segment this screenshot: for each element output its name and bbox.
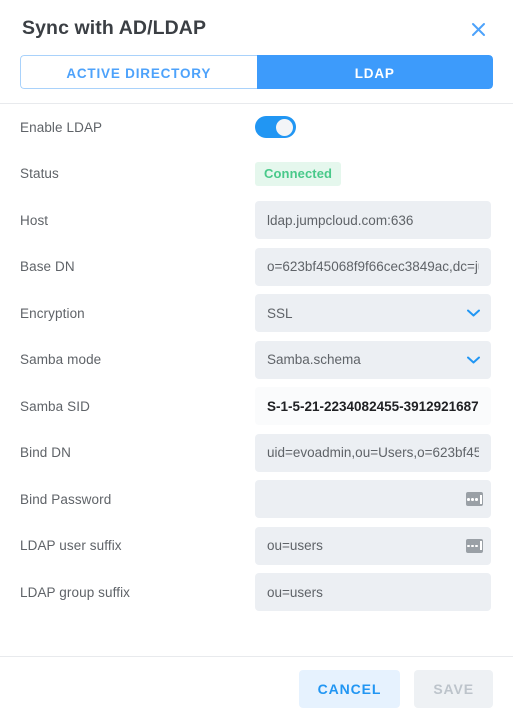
label-host: Host: [20, 212, 49, 228]
samba-sid-input-value: S-1-5-21-2234082455-3912921687-223345521…: [267, 398, 479, 414]
autofill-dot: [471, 544, 474, 547]
row-base-dn: Base DN o=623bf45068f9f66cec3849ac,dc=ju…: [0, 244, 513, 291]
autofill-bar: [480, 541, 482, 551]
row-samba-mode: Samba mode Samba.schema: [0, 337, 513, 384]
close-icon: [471, 22, 486, 37]
row-host: Host ldap.jumpcloud.com:636: [0, 197, 513, 244]
autofill-dot: [475, 544, 478, 547]
control-base-dn: o=623bf45068f9f66cec3849ac,dc=jumpcloud,…: [255, 247, 493, 286]
autofill-dot: [475, 498, 478, 501]
control-bind-password: [255, 480, 493, 519]
row-samba-sid: Samba SID S-1-5-21-2234082455-3912921687…: [0, 383, 513, 430]
page-title: Sync with AD/LDAP: [22, 17, 207, 40]
label-samba-sid: Samba SID: [20, 398, 90, 414]
tab-ldap[interactable]: LDAP: [256, 55, 493, 89]
host-input[interactable]: ldap.jumpcloud.com:636: [255, 201, 491, 240]
control-host: ldap.jumpcloud.com:636: [255, 201, 493, 240]
base-dn-input[interactable]: o=623bf45068f9f66cec3849ac,dc=jumpcloud,…: [255, 247, 491, 286]
settings-form: Enable LDAP Status Connected Host ldap.j…: [0, 104, 513, 656]
label-samba-mode: Samba mode: [20, 352, 102, 368]
autofill-icon[interactable]: [466, 538, 483, 553]
autofill-icon[interactable]: [466, 492, 483, 507]
chevron-down-icon: [467, 356, 480, 364]
ldap-user-suffix-input[interactable]: ou=users: [255, 526, 491, 565]
control-enable-ldap: [255, 116, 493, 139]
label-ldap-user-suffix: LDAP user suffix: [20, 538, 122, 554]
ldap-group-suffix-input[interactable]: ou=users: [255, 573, 491, 612]
label-enable-ldap: Enable LDAP: [20, 119, 103, 135]
control-ldap-user-suffix: ou=users: [255, 526, 493, 565]
tab-bar: ACTIVE DIRECTORY LDAP: [20, 55, 493, 89]
control-status: Connected: [255, 161, 493, 186]
dialog-header: Sync with AD/LDAP: [0, 0, 513, 42]
encryption-select-value: SSL: [267, 305, 293, 321]
autofill-dot: [467, 498, 470, 501]
label-encryption: Encryption: [20, 305, 85, 321]
bind-dn-input-value: uid=evoadmin,ou=Users,o=623bf45068f9f66c…: [267, 445, 479, 461]
label-bind-password: Bind Password: [20, 491, 112, 507]
samba-mode-select-value: Samba.schema: [267, 352, 361, 368]
row-bind-dn: Bind DN uid=evoadmin,ou=Users,o=623bf450…: [0, 430, 513, 477]
encryption-select[interactable]: SSL: [255, 294, 491, 333]
close-button[interactable]: [465, 16, 491, 42]
row-bind-password: Bind Password: [0, 476, 513, 523]
tab-active-directory[interactable]: ACTIVE DIRECTORY: [20, 55, 257, 89]
row-status: Status Connected: [0, 151, 513, 198]
control-ldap-group-suffix: ou=users: [255, 573, 493, 612]
row-enable-ldap: Enable LDAP: [0, 104, 513, 151]
bind-dn-input[interactable]: uid=evoadmin,ou=Users,o=623bf45068f9f66c…: [255, 433, 491, 472]
row-encryption: Encryption SSL: [0, 290, 513, 337]
label-ldap-group-suffix: LDAP group suffix: [20, 584, 131, 600]
status-badge: Connected: [255, 161, 342, 186]
dialog-footer: CANCEL SAVE: [0, 657, 513, 721]
row-ldap-user-suffix: LDAP user suffix ou=users: [0, 523, 513, 570]
samba-sid-input[interactable]: S-1-5-21-2234082455-3912921687-223345521…: [255, 387, 491, 426]
bind-password-input[interactable]: [255, 480, 491, 519]
base-dn-input-value: o=623bf45068f9f66cec3849ac,dc=jumpcloud,…: [267, 259, 479, 275]
autofill-dot: [471, 498, 474, 501]
autofill-dot: [467, 544, 470, 547]
cancel-button[interactable]: CANCEL: [298, 670, 401, 708]
autofill-bar: [480, 494, 482, 504]
save-button[interactable]: SAVE: [414, 670, 493, 708]
label-status: Status: [20, 166, 59, 182]
sync-ad-ldap-dialog: Sync with AD/LDAP ACTIVE DIRECTORY LDAP …: [0, 0, 513, 721]
samba-mode-select[interactable]: Samba.schema: [255, 340, 491, 379]
control-samba-sid: S-1-5-21-2234082455-3912921687-223345521…: [255, 387, 493, 426]
enable-ldap-toggle[interactable]: [255, 116, 296, 139]
control-encryption: SSL: [255, 294, 493, 333]
row-ldap-group-suffix: LDAP group suffix ou=users: [0, 569, 513, 616]
label-base-dn: Base DN: [20, 259, 75, 275]
chevron-down-icon: [467, 309, 480, 317]
control-bind-dn: uid=evoadmin,ou=Users,o=623bf45068f9f66c…: [255, 433, 493, 472]
label-bind-dn: Bind DN: [20, 445, 71, 461]
ldap-user-suffix-input-value: ou=users: [267, 538, 323, 554]
host-input-value: ldap.jumpcloud.com:636: [267, 212, 414, 228]
ldap-group-suffix-input-value: ou=users: [267, 584, 323, 600]
control-samba-mode: Samba.schema: [255, 340, 493, 379]
toggle-knob: [276, 118, 293, 136]
